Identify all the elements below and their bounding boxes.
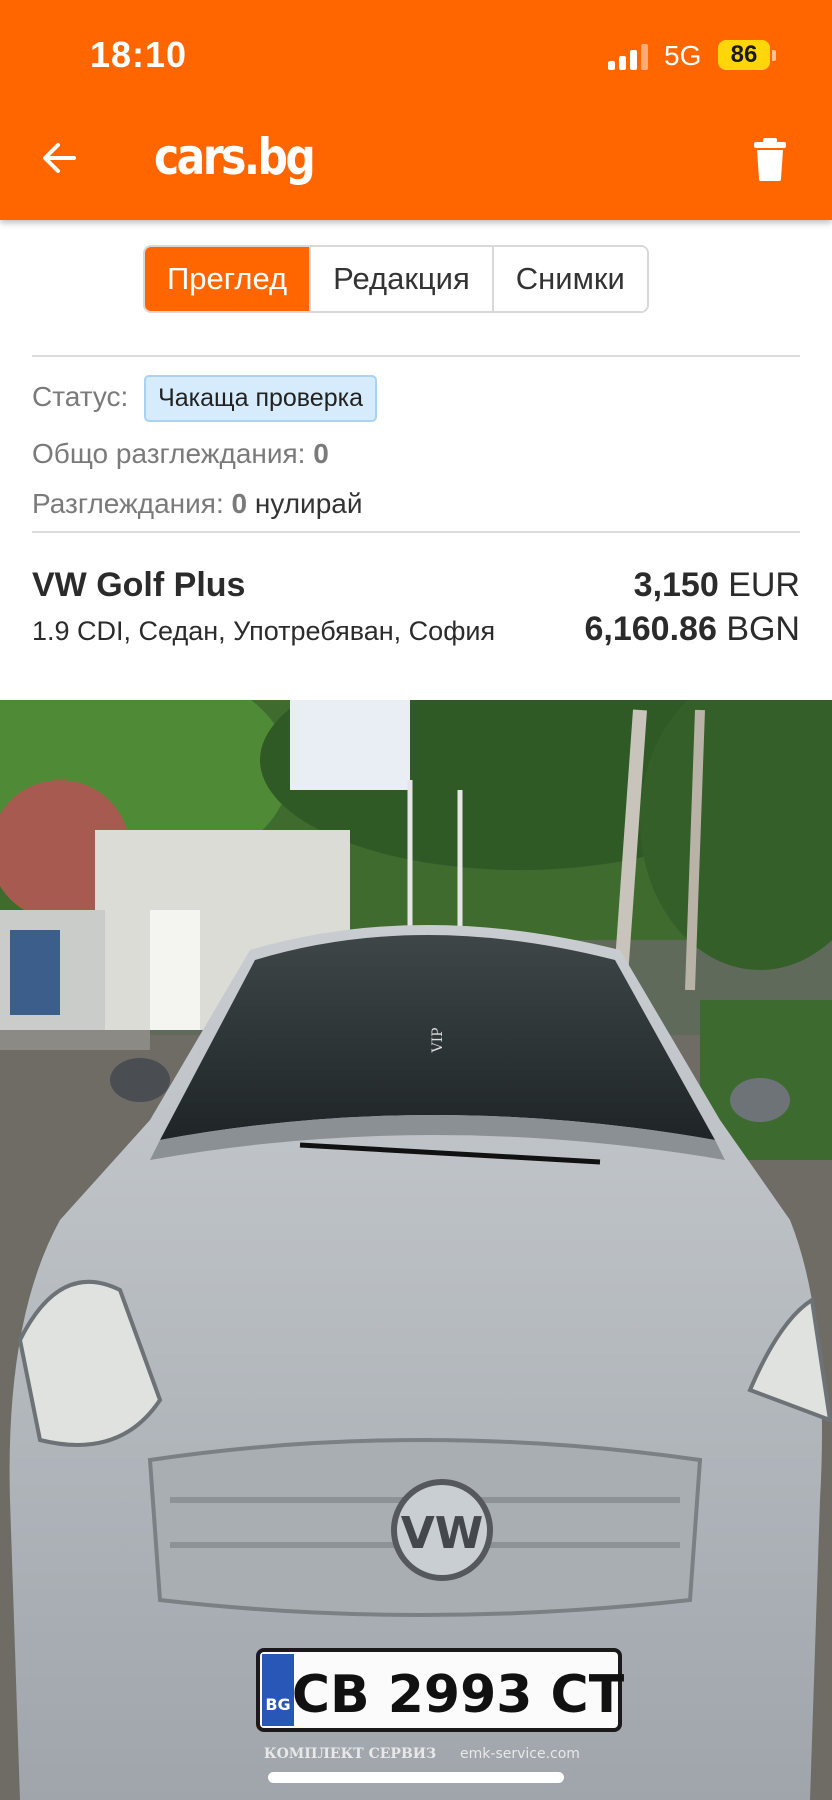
tab-photos[interactable]: Снимки — [491, 247, 647, 311]
battery-tip — [772, 50, 776, 61]
arrow-left-icon[interactable] — [38, 136, 82, 180]
total-views-value: 0 — [313, 438, 329, 469]
listing-title: VW Golf Plus — [32, 566, 246, 604]
price-eur-currency: EUR — [728, 566, 800, 604]
price-bgn: 6,160.86 BGN — [585, 610, 801, 649]
network-type: 5G — [664, 40, 702, 71]
signal-icon — [608, 44, 652, 70]
dealer-url: emk-service.com — [460, 1746, 580, 1762]
vip-sticker: VIP — [430, 1027, 446, 1053]
app-header: 18:10 5G 86 cars.bg — [0, 0, 832, 220]
divider — [32, 355, 800, 357]
status-label: Статус: — [32, 380, 129, 412]
divider — [32, 531, 800, 533]
price-eur-value: 3,150 — [633, 566, 719, 604]
status-bar: 18:10 5G 86 — [0, 0, 832, 110]
nav-bar: cars.bg — [0, 120, 832, 200]
plate-country: BG — [265, 1695, 290, 1714]
tab-edit[interactable]: Редакция — [309, 247, 492, 311]
views-value: 0 — [231, 488, 248, 519]
home-indicator[interactable] — [268, 1772, 564, 1783]
car-photo[interactable]: VW BG CB 2993 CT КОМПЛЕКТ СЕРВИЗ emk-ser… — [0, 700, 832, 1800]
clock: 18:10 — [90, 34, 188, 75]
status-badge: Чакаща проверка — [144, 375, 377, 422]
status-row: Статус: Чакаща проверка — [32, 375, 377, 422]
total-views-row: Общо разглеждания: 0 — [32, 438, 329, 470]
dealer-text: КОМПЛЕКТ СЕРВИЗ — [264, 1746, 436, 1762]
total-views-label: Общо разглеждания: — [32, 438, 306, 469]
reset-views-link[interactable]: нулирай — [255, 488, 363, 519]
views-row: Разглеждания: 0 нулирай — [32, 488, 363, 520]
price-bgn-currency: BGN — [726, 610, 800, 648]
price-eur: 3,150 EUR — [634, 566, 800, 605]
listing-details: 1.9 CDI, Седан, Употребяван, София — [32, 616, 496, 646]
plate-number: CB 2993 CT — [292, 1665, 625, 1725]
battery-icon: 86 — [718, 40, 770, 70]
trash-icon[interactable] — [752, 136, 788, 182]
tab-preview[interactable]: Преглед — [145, 247, 310, 311]
svg-text:VW: VW — [401, 1508, 484, 1559]
views-label: Разглеждания: — [32, 488, 224, 519]
car-photo-illustration: VW BG CB 2993 CT КОМПЛЕКТ СЕРВИЗ emk-ser… — [0, 700, 832, 1800]
price-bgn-value: 6,160.86 — [584, 610, 717, 648]
cars-bg-logo[interactable]: cars.bg — [154, 128, 316, 186]
tab-bar: Преглед Редакция Снимки — [143, 245, 649, 313]
